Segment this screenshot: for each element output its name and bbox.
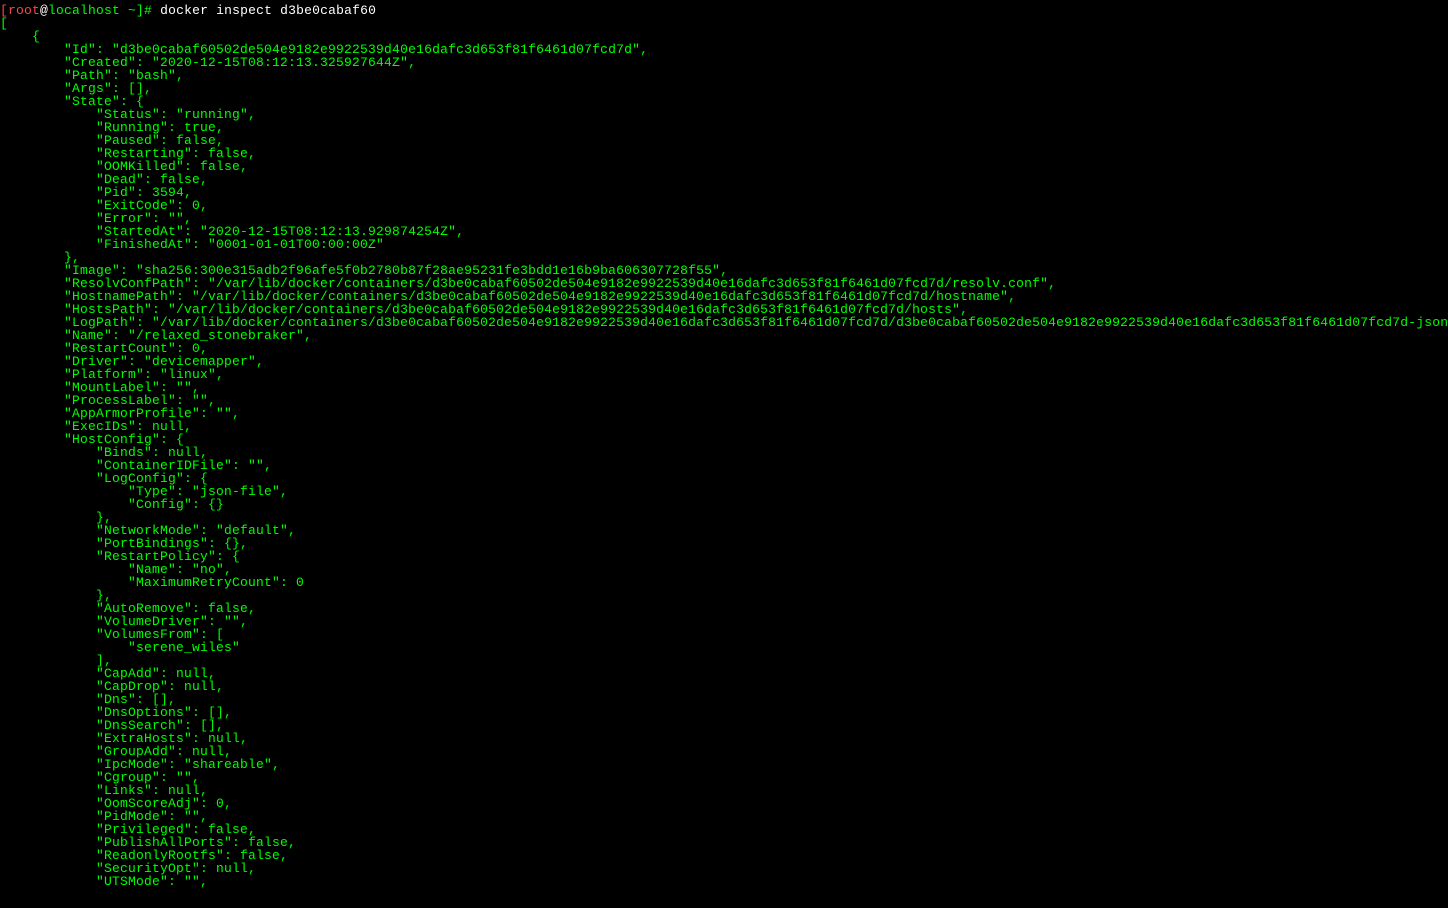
terminal-output: [root@localhost ~]# docker inspect d3be0… bbox=[0, 0, 1448, 888]
